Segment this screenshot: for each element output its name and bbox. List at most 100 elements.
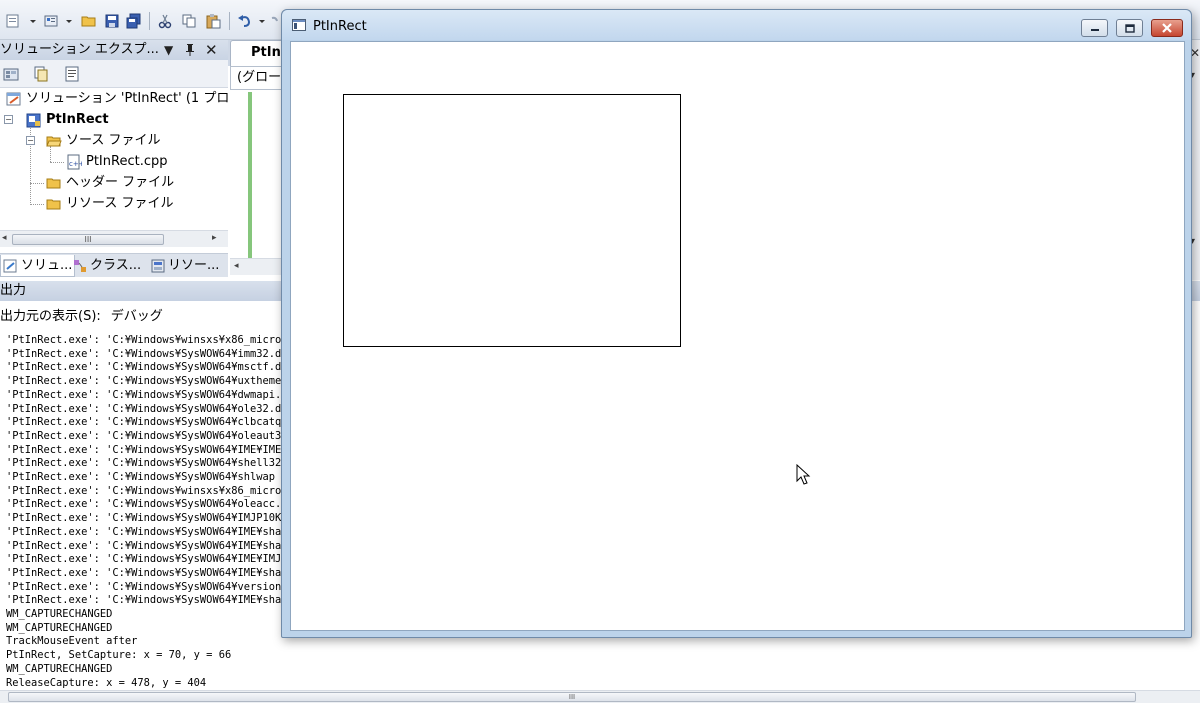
window-position-dropdown-icon[interactable]: ▼ xyxy=(164,40,173,60)
tree-item-source-files[interactable]: ソース ファイル xyxy=(46,130,160,151)
output-line: WM_CAPTURECHANGED xyxy=(6,662,113,675)
output-line: 'PtInRect.exe': 'C:¥Windows¥SysWOW64¥ver… xyxy=(6,580,282,593)
tab-solution-explorer[interactable]: ソリュ... xyxy=(0,255,76,277)
scroll-thumb[interactable]: III xyxy=(12,234,164,245)
tree-item-label: PtInRect xyxy=(46,112,109,127)
output-line: 'PtInRect.exe': 'C:¥Windows¥SysWOW64¥IME… xyxy=(6,539,282,552)
copy-icon[interactable] xyxy=(180,12,198,30)
open-folder-icon xyxy=(46,133,62,149)
solution-explorer-toolbar xyxy=(0,60,228,88)
window-client-area[interactable] xyxy=(290,41,1185,631)
output-line: WM_CAPTURECHANGED xyxy=(6,608,113,621)
output-pane-title: 出力 xyxy=(0,283,27,298)
output-line: 'PtInRect.exe': 'C:¥Windows¥SysWOW64¥ole… xyxy=(6,429,282,442)
save-all-icon[interactable] xyxy=(125,12,143,30)
drawn-rectangle[interactable] xyxy=(343,94,681,347)
tab-label: ソリュ... xyxy=(21,257,73,273)
scroll-left-arrow-icon[interactable]: ◂ xyxy=(2,233,7,243)
scope-combo[interactable]: (グロー xyxy=(230,66,288,90)
new-project-icon[interactable] xyxy=(4,12,22,30)
tree-connector xyxy=(50,162,64,163)
tree-item-header-files[interactable]: ヘッダー ファイル xyxy=(46,172,174,193)
output-line: 'PtInRect.exe': 'C:¥Windows¥SysWOW64¥IME… xyxy=(6,553,282,566)
window-titlebar[interactable]: PtInRect xyxy=(282,10,1191,40)
pin-icon[interactable] xyxy=(184,40,196,60)
ptinrect-window[interactable]: PtInRect xyxy=(281,9,1192,638)
paste-icon[interactable] xyxy=(204,12,222,30)
close-pane-icon[interactable]: ✕ xyxy=(205,40,218,60)
undo-icon[interactable] xyxy=(236,12,254,30)
tree-item-resource-files[interactable]: リソース ファイル xyxy=(46,193,173,214)
solution-explorer-tab-icon xyxy=(3,258,19,274)
editor-tab-cpp[interactable]: PtIn xyxy=(230,40,288,66)
output-source-label: 出力元の表示(S): xyxy=(0,309,101,324)
app-icon xyxy=(292,19,306,31)
tree-item-label: PtInRect.cpp xyxy=(86,154,168,169)
close-button[interactable] xyxy=(1151,19,1183,37)
toolbar-separator xyxy=(149,12,150,30)
output-line: 'PtInRect.exe': 'C:¥Windows¥winsxs¥x86_m… xyxy=(6,484,282,497)
output-line: WM_CAPTURECHANGED xyxy=(6,621,113,634)
tab-class-view[interactable]: クラス... xyxy=(70,255,143,277)
scroll-left-arrow-icon[interactable]: ◂ xyxy=(234,261,239,271)
output-source-row: 出力元の表示(S): デバッグ xyxy=(0,305,290,329)
tree-item-label: リソース ファイル xyxy=(66,196,174,211)
output-line: 'PtInRect.exe': 'C:¥Windows¥SysWOW64¥she… xyxy=(6,457,282,470)
editor-hscrollbar[interactable]: ◂ xyxy=(230,258,288,275)
save-icon[interactable] xyxy=(103,12,121,30)
scroll-thumb[interactable]: III xyxy=(8,692,1136,702)
close-icon xyxy=(1162,23,1172,33)
folder-icon xyxy=(46,196,62,212)
folder-icon xyxy=(46,175,62,191)
class-view-icon xyxy=(72,258,88,274)
open-folder-icon[interactable] xyxy=(80,12,98,30)
svg-text:c++: c++ xyxy=(69,160,82,168)
dropdown-arrow-icon[interactable] xyxy=(64,12,74,30)
tree-connector xyxy=(30,183,44,184)
show-all-files-icon[interactable] xyxy=(32,65,50,83)
cut-icon[interactable] xyxy=(156,12,174,30)
dropdown-arrow-icon[interactable] xyxy=(257,12,267,30)
solution-icon xyxy=(6,91,22,107)
maximize-icon xyxy=(1124,23,1135,33)
tab-resource-view[interactable]: リソー... xyxy=(148,255,221,277)
tree-connector xyxy=(30,204,44,205)
tree-item-project[interactable]: PtInRect xyxy=(26,109,109,130)
code-editor[interactable] xyxy=(230,92,288,260)
output-line: 'PtInRect.exe': 'C:¥Windows¥winsxs¥x86_m… xyxy=(6,334,282,346)
redo-icon[interactable] xyxy=(270,12,280,30)
solution-explorer-hscrollbar[interactable]: ◂ III ▸ xyxy=(0,230,228,247)
output-line: PtInRect, SetCapture: x = 70, y = 66 xyxy=(6,649,232,662)
output-line: 'PtInRect.exe': 'C:¥Windows¥SysWOW64¥IME… xyxy=(6,525,282,538)
tab-label: クラス... xyxy=(90,258,142,273)
tree-item-label: ソリューション 'PtInRect' (1 プロ xyxy=(26,91,228,106)
output-line: 'PtInRect.exe': 'C:¥Windows¥SysWOW64¥IME… xyxy=(6,566,282,579)
output-line: 'PtInRect.exe': 'C:¥Windows¥SysWOW64¥imm… xyxy=(6,347,282,360)
maximize-button[interactable] xyxy=(1116,19,1143,37)
output-line: 'PtInRect.exe': 'C:¥Windows¥SysWOW64¥dwm… xyxy=(6,388,282,401)
minimize-button[interactable] xyxy=(1081,19,1108,37)
output-line: 'PtInRect.exe': 'C:¥Windows¥SysWOW64¥ole… xyxy=(6,498,282,511)
output-hscrollbar[interactable]: III xyxy=(0,690,1200,703)
view-code-icon[interactable] xyxy=(63,65,81,83)
toolbar-separator xyxy=(229,12,230,30)
change-tracking-margin xyxy=(248,92,252,260)
dropdown-arrow-icon[interactable] xyxy=(28,12,38,30)
collapse-toggle-icon[interactable]: − xyxy=(26,136,35,145)
solution-tree: ソリューション 'PtInRect' (1 プロ − PtInRect − ソー… xyxy=(0,88,228,230)
add-item-icon[interactable] xyxy=(42,12,60,30)
resource-view-icon xyxy=(150,258,166,274)
arrow-cursor-icon xyxy=(796,464,811,485)
cpp-project-icon xyxy=(26,112,42,128)
solution-explorer-header: ソリューション エクスプ... ▼ ✕ xyxy=(0,40,228,60)
solution-explorer-tabstrip: ソリュ... クラス... リソー... xyxy=(0,253,228,277)
scroll-right-arrow-icon[interactable]: ▸ xyxy=(212,233,217,243)
tree-item-solution[interactable]: ソリューション 'PtInRect' (1 プロ xyxy=(6,88,228,109)
output-text[interactable]: 'PtInRect.exe': 'C:¥Windows¥winsxs¥x86_m… xyxy=(6,334,286,694)
tree-item-cpp-file[interactable]: c++ PtInRect.cpp xyxy=(66,151,168,172)
output-line: 'PtInRect.exe': 'C:¥Windows¥SysWOW64¥shl… xyxy=(6,471,275,484)
tab-label: リソー... xyxy=(168,258,220,273)
properties-icon[interactable] xyxy=(2,65,20,83)
collapse-toggle-icon[interactable]: − xyxy=(4,115,13,124)
output-source-select[interactable]: デバッグ xyxy=(111,309,163,324)
